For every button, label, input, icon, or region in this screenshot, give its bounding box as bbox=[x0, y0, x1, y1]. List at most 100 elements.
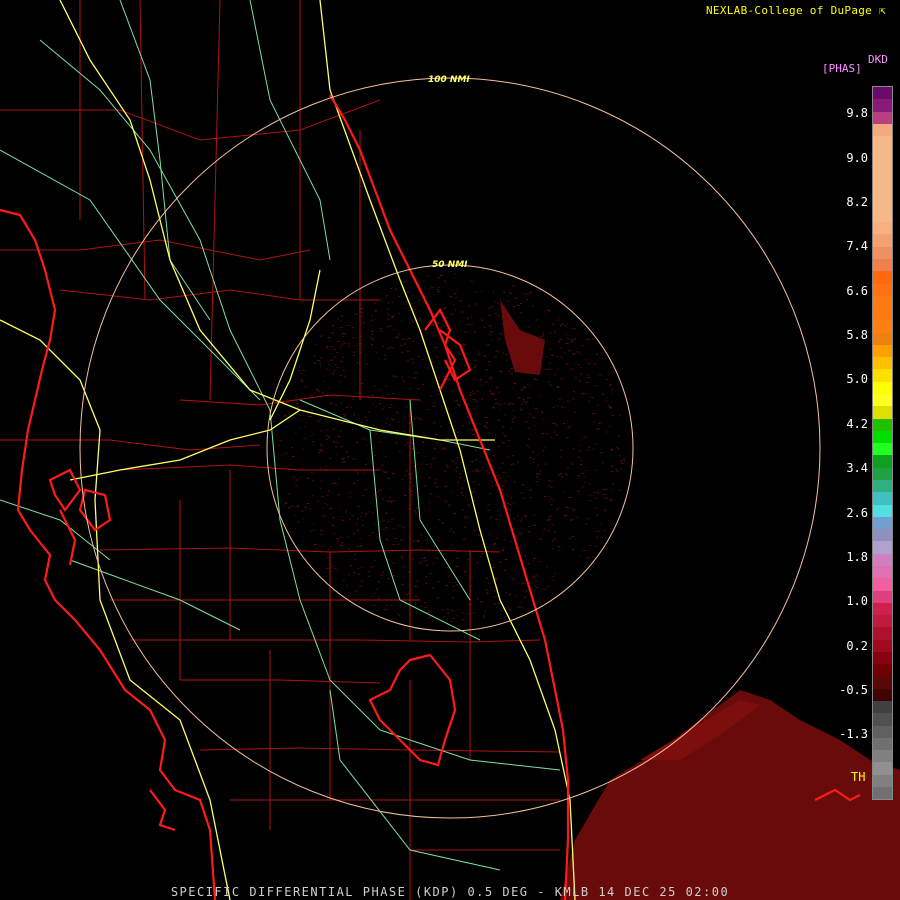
clutter-pixel bbox=[356, 362, 359, 364]
clutter-pixel bbox=[472, 470, 474, 472]
clutter-pixel bbox=[551, 540, 553, 542]
clutter-pixel bbox=[562, 490, 564, 492]
clutter-pixel bbox=[589, 500, 592, 502]
clutter-pixel bbox=[584, 435, 587, 437]
clutter-pixel bbox=[555, 429, 557, 431]
clutter-pixel bbox=[404, 343, 407, 345]
clutter-pixel bbox=[580, 459, 582, 461]
clutter-pixel bbox=[392, 500, 395, 502]
clutter-pixel bbox=[313, 523, 315, 525]
clutter-pixel bbox=[563, 515, 567, 517]
clutter-pixel bbox=[373, 494, 375, 496]
clutter-pixel bbox=[517, 358, 519, 360]
clutter-pixel bbox=[390, 418, 392, 420]
clutter-pixel bbox=[319, 449, 321, 451]
clutter-pixel bbox=[326, 368, 328, 370]
clutter-pixel bbox=[437, 337, 440, 339]
clutter-pixel bbox=[618, 489, 621, 491]
clutter-pixel bbox=[464, 479, 466, 481]
clutter-pixel bbox=[395, 437, 397, 439]
clutter-pixel bbox=[425, 456, 427, 458]
clutter-pixel bbox=[489, 376, 492, 378]
clutter-pixel bbox=[469, 394, 472, 396]
clutter-pixel bbox=[594, 385, 597, 387]
clutter-pixel bbox=[480, 553, 484, 555]
clutter-pixel bbox=[572, 509, 576, 511]
clutter-pixel bbox=[463, 365, 467, 367]
clutter-pixel bbox=[587, 363, 591, 365]
clutter-pixel bbox=[324, 502, 326, 504]
clutter-pixel bbox=[321, 545, 324, 547]
clutter-pixel bbox=[290, 505, 293, 507]
clutter-pixel bbox=[548, 480, 552, 482]
clutter-pixel bbox=[291, 447, 293, 449]
clutter-pixel bbox=[576, 351, 579, 353]
clutter-pixel bbox=[475, 291, 477, 293]
clutter-pixel bbox=[427, 551, 430, 553]
clutter-pixel bbox=[372, 604, 376, 606]
clutter-pixel bbox=[474, 365, 477, 367]
clutter-pixel bbox=[445, 567, 449, 569]
clutter-pixel bbox=[489, 480, 491, 482]
clutter-pixel bbox=[425, 583, 428, 584]
clutter-pixel bbox=[410, 490, 413, 492]
clutter-pixel bbox=[565, 352, 566, 354]
clutter-pixel bbox=[333, 533, 336, 535]
clutter-pixel bbox=[556, 434, 558, 436]
clutter-pixel bbox=[499, 333, 503, 335]
clutter-pixel bbox=[506, 300, 509, 302]
clutter-pixel bbox=[312, 480, 314, 482]
clutter-pixel bbox=[503, 569, 506, 571]
clutter-pixel bbox=[451, 491, 453, 493]
clutter-pixel bbox=[390, 502, 392, 503]
clutter-pixel bbox=[400, 556, 403, 557]
clutter-pixel bbox=[584, 393, 586, 394]
clutter-pixel bbox=[520, 409, 522, 411]
clutter-pixel bbox=[428, 320, 430, 322]
color-swatch bbox=[873, 394, 892, 407]
clutter-pixel bbox=[560, 347, 562, 349]
clutter-pixel bbox=[470, 279, 473, 281]
clutter-pixel bbox=[329, 458, 332, 460]
clutter-pixel bbox=[541, 411, 544, 413]
clutter-pixel bbox=[435, 347, 438, 348]
clutter-pixel bbox=[610, 449, 613, 451]
clutter-pixel bbox=[610, 498, 614, 500]
clutter-pixel bbox=[546, 519, 550, 521]
clutter-pixel bbox=[556, 405, 559, 407]
clutter-pixel bbox=[374, 455, 377, 456]
clutter-pixel bbox=[378, 358, 380, 360]
clutter-pixel bbox=[552, 407, 555, 409]
clutter-pixel bbox=[494, 398, 497, 400]
clutter-pixel bbox=[517, 461, 519, 463]
clutter-pixel bbox=[602, 494, 606, 495]
clutter-pixel bbox=[485, 577, 488, 579]
color-swatch bbox=[873, 455, 892, 468]
clutter-pixel bbox=[334, 568, 337, 569]
clutter-pixel bbox=[520, 601, 523, 603]
clutter-pixel bbox=[431, 286, 434, 288]
clutter-pixel bbox=[522, 351, 525, 353]
clutter-pixel bbox=[462, 611, 464, 613]
clutter-pixel bbox=[498, 603, 501, 605]
clutter-pixel bbox=[411, 448, 414, 450]
clutter-pixel bbox=[459, 478, 461, 480]
clutter-pixel bbox=[325, 347, 329, 349]
clutter-pixel bbox=[454, 345, 457, 347]
clutter-pixel bbox=[477, 354, 481, 356]
clutter-pixel bbox=[449, 530, 452, 532]
clutter-pixel bbox=[403, 281, 406, 283]
clutter-pixel bbox=[343, 342, 346, 344]
clutter-pixel bbox=[579, 555, 581, 557]
clutter-pixel bbox=[467, 323, 470, 325]
clutter-pixel bbox=[327, 490, 330, 492]
color-swatch bbox=[873, 246, 892, 259]
legend-threshold-label: TH bbox=[851, 770, 866, 784]
clutter-pixel bbox=[587, 377, 590, 379]
clutter-pixel bbox=[515, 340, 517, 342]
clutter-pixel bbox=[433, 331, 436, 333]
color-swatch bbox=[873, 344, 892, 358]
clutter-pixel bbox=[404, 444, 407, 446]
clutter-pixel bbox=[443, 280, 447, 282]
clutter-pixel bbox=[349, 492, 351, 494]
